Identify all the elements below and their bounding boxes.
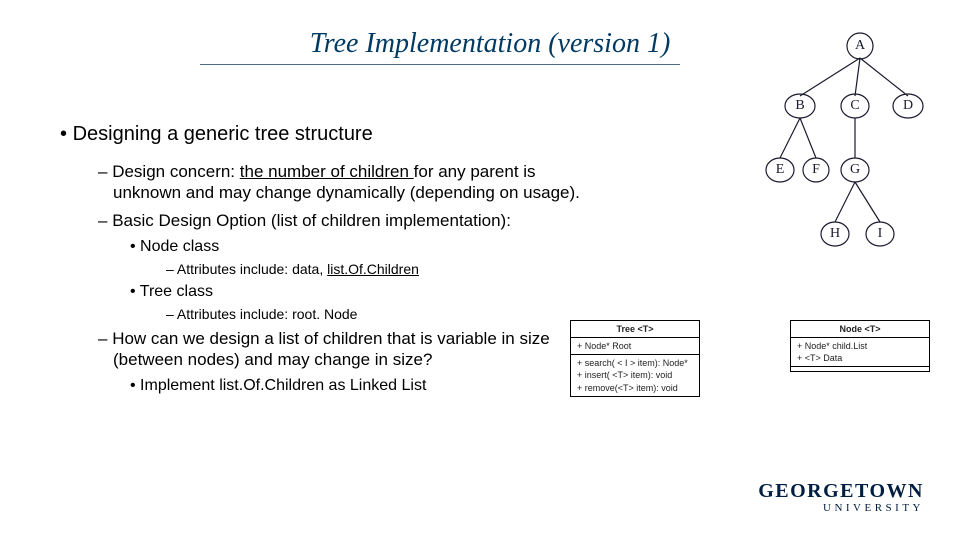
tree-diagram: A B C D E F G H I bbox=[750, 26, 950, 276]
uml-tree-class: Tree <T> + Node* Root + search( < I > it… bbox=[570, 320, 700, 397]
bullet-l2-design-concern: – Design concern: the number of children… bbox=[98, 161, 580, 204]
uml-header: Tree <T> bbox=[571, 321, 699, 338]
node-f: F bbox=[812, 162, 820, 177]
uml-attributes: + Node* child.List + <T> Data bbox=[791, 338, 929, 367]
bullet-l4-node-attrs: – Attributes include: data, list.Of.Chil… bbox=[166, 261, 580, 279]
text: Design concern: bbox=[112, 162, 240, 181]
bullet-l1: Designing a generic tree structure bbox=[60, 122, 580, 147]
uml-operations: + search( < I > item): Node* + insert( <… bbox=[571, 355, 699, 395]
underlined-text: the number of children bbox=[240, 162, 414, 181]
slide-title: Tree Implementation (version 1) bbox=[140, 0, 840, 60]
node-a: A bbox=[855, 38, 866, 53]
node-b: B bbox=[795, 98, 804, 113]
bullet-l2-question: How can we design a list of children tha… bbox=[98, 328, 580, 371]
title-underline bbox=[200, 64, 680, 65]
uml-node-class: Node <T> + Node* child.List + <T> Data bbox=[790, 320, 930, 372]
bullet-l3-tree-class: Tree class bbox=[130, 282, 580, 302]
node-d: D bbox=[903, 98, 913, 113]
node-h: H bbox=[830, 226, 840, 241]
bullet-l3-answer: Implement list.Of.Children as Linked Lis… bbox=[130, 376, 580, 396]
bullet-l3-node-class: Node class bbox=[130, 237, 580, 257]
node-e: E bbox=[776, 162, 785, 177]
node-i: I bbox=[878, 226, 883, 241]
brand-line-1: GEORGETOWN bbox=[758, 480, 924, 503]
content-area: Designing a generic tree structure – Des… bbox=[60, 122, 580, 400]
bullet-l4-tree-attrs: Attributes include: root. Node bbox=[166, 306, 580, 324]
node-g: G bbox=[850, 162, 860, 177]
uml-operations bbox=[791, 367, 929, 371]
bullet-l2-basic-option: Basic Design Option (list of children im… bbox=[98, 210, 580, 231]
text: Attributes include: data, bbox=[177, 261, 327, 277]
brand-line-2: UNIVERSITY bbox=[758, 502, 924, 514]
node-c: C bbox=[850, 98, 859, 113]
underlined-text: list.Of.Children bbox=[327, 261, 419, 277]
uml-attributes: + Node* Root bbox=[571, 338, 699, 355]
uml-header: Node <T> bbox=[791, 321, 929, 338]
georgetown-logo: GEORGETOWN UNIVERSITY bbox=[758, 480, 924, 514]
